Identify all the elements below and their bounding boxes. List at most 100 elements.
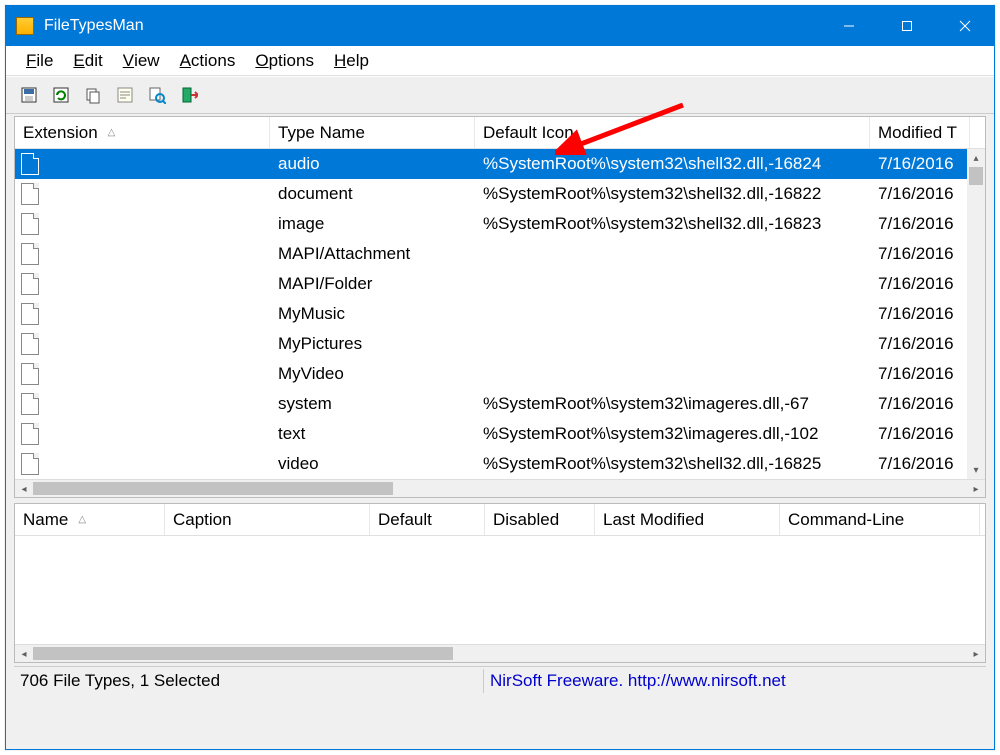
file-icon xyxy=(21,183,39,205)
cell-typename: MAPI/Attachment xyxy=(270,244,475,264)
scroll-left-icon[interactable]: ◂ xyxy=(15,480,33,498)
col-lastmodified[interactable]: Last Modified xyxy=(595,504,780,535)
exit-icon[interactable] xyxy=(176,82,202,108)
file-icon xyxy=(21,213,39,235)
cell-modified: 7/16/2016 xyxy=(870,274,970,294)
cell-defaulticon: %SystemRoot%\system32\imageres.dll,-67 xyxy=(475,394,870,414)
statusbar: 706 File Types, 1 Selected NirSoft Freew… xyxy=(14,666,986,694)
cell-modified: 7/16/2016 xyxy=(870,454,970,474)
menu-help[interactable]: Help xyxy=(324,48,379,74)
save-icon[interactable] xyxy=(16,82,42,108)
titlebar[interactable]: FileTypesMan xyxy=(6,6,994,46)
cell-typename: audio xyxy=(270,154,475,174)
scroll-right-icon[interactable]: ▸ xyxy=(967,480,985,498)
col-typename[interactable]: Type Name xyxy=(270,117,475,148)
col-default[interactable]: Default xyxy=(370,504,485,535)
file-icon xyxy=(21,393,39,415)
filetypes-rows[interactable]: audio%SystemRoot%\system32\shell32.dll,-… xyxy=(15,149,985,479)
scroll-thumb[interactable] xyxy=(969,167,983,185)
filetypes-columns: Extension△ Type Name Default Icon Modifi… xyxy=(15,117,985,149)
close-button[interactable] xyxy=(936,6,994,46)
col-commandline[interactable]: Command-Line xyxy=(780,504,980,535)
cell-modified: 7/16/2016 xyxy=(870,214,970,234)
horizontal-scrollbar[interactable]: ◂ ▸ xyxy=(15,479,985,497)
cell-defaulticon: %SystemRoot%\system32\shell32.dll,-16825 xyxy=(475,454,870,474)
file-icon xyxy=(21,363,39,385)
cell-typename: system xyxy=(270,394,475,414)
table-row[interactable]: MyVideo 7/16/2016 xyxy=(15,359,985,389)
cell-typename: image xyxy=(270,214,475,234)
table-row[interactable]: text%SystemRoot%\system32\imageres.dll,-… xyxy=(15,419,985,449)
col-caption[interactable]: Caption xyxy=(165,504,370,535)
table-row[interactable]: MyMusic7/16/2016 xyxy=(15,299,985,329)
menu-options[interactable]: Options xyxy=(245,48,324,74)
copy-icon[interactable] xyxy=(80,82,106,108)
hscroll-thumb[interactable] xyxy=(33,647,453,660)
refresh-icon[interactable] xyxy=(48,82,74,108)
window-title: FileTypesMan xyxy=(44,17,820,35)
col-extension[interactable]: Extension△ xyxy=(15,117,270,148)
cell-typename: video xyxy=(270,454,475,474)
cell-modified: 7/16/2016 xyxy=(870,364,970,384)
file-icon xyxy=(21,303,39,325)
menu-edit[interactable]: Edit xyxy=(63,48,112,74)
col-disabled[interactable]: Disabled xyxy=(485,504,595,535)
menu-view[interactable]: View xyxy=(113,48,170,74)
file-icon xyxy=(21,243,39,265)
table-row[interactable]: system%SystemRoot%\system32\imageres.dll… xyxy=(15,389,985,419)
col-defaulticon[interactable]: Default Icon xyxy=(475,117,870,148)
menubar: File Edit View Actions Options Help xyxy=(6,46,994,76)
status-count: 706 File Types, 1 Selected xyxy=(14,669,484,693)
cell-defaulticon: %SystemRoot%\system32\shell32.dll,-16824 xyxy=(475,154,870,174)
scroll-left-icon[interactable]: ◂ xyxy=(15,645,33,663)
table-row[interactable]: video%SystemRoot%\system32\shell32.dll,-… xyxy=(15,449,985,479)
scroll-up-icon[interactable]: ▴ xyxy=(967,149,985,167)
sort-asc-icon: △ xyxy=(108,127,116,138)
scroll-down-icon[interactable]: ▾ xyxy=(967,461,985,479)
cell-modified: 7/16/2016 xyxy=(870,424,970,444)
file-icon xyxy=(21,273,39,295)
file-icon xyxy=(21,453,39,475)
file-icon xyxy=(21,333,39,355)
filetypes-list: Extension△ Type Name Default Icon Modifi… xyxy=(14,116,986,498)
file-icon xyxy=(21,153,39,175)
cell-modified: 7/16/2016 xyxy=(870,184,970,204)
app-icon xyxy=(16,17,34,35)
actions-columns: Name△ Caption Default Disabled Last Modi… xyxy=(15,504,985,536)
sort-asc-icon: △ xyxy=(78,514,86,525)
scroll-right-icon[interactable]: ▸ xyxy=(967,645,985,663)
table-row[interactable]: audio%SystemRoot%\system32\shell32.dll,-… xyxy=(15,149,985,179)
table-row[interactable]: document%SystemRoot%\system32\shell32.dl… xyxy=(15,179,985,209)
vertical-scrollbar[interactable]: ▴ ▾ xyxy=(967,149,985,479)
cell-typename: MyPictures xyxy=(270,334,475,354)
menu-file[interactable]: File xyxy=(16,48,63,74)
cell-modified: 7/16/2016 xyxy=(870,304,970,324)
hscroll-thumb[interactable] xyxy=(33,482,393,495)
cell-typename: MAPI/Folder xyxy=(270,274,475,294)
find-icon[interactable] xyxy=(144,82,170,108)
horizontal-scrollbar[interactable]: ◂ ▸ xyxy=(15,644,985,662)
cell-defaulticon: %SystemRoot%\system32\shell32.dll,-16822 xyxy=(475,184,870,204)
cell-modified: 7/16/2016 xyxy=(870,394,970,414)
table-row[interactable]: image%SystemRoot%\system32\shell32.dll,-… xyxy=(15,209,985,239)
status-link[interactable]: NirSoft Freeware. http://www.nirsoft.net xyxy=(484,669,986,693)
cell-typename: document xyxy=(270,184,475,204)
cell-defaulticon: %SystemRoot%\system32\imageres.dll,-102 xyxy=(475,424,870,444)
table-row[interactable]: MAPI/Attachment7/16/2016 xyxy=(15,239,985,269)
minimize-button[interactable] xyxy=(820,6,878,46)
actions-list: Name△ Caption Default Disabled Last Modi… xyxy=(14,503,986,663)
col-name[interactable]: Name△ xyxy=(15,504,165,535)
table-row[interactable]: MyPictures 7/16/2016 xyxy=(15,329,985,359)
table-row[interactable]: MAPI/Folder 7/16/2016 xyxy=(15,269,985,299)
cell-modified: 7/16/2016 xyxy=(870,154,970,174)
cell-defaulticon: %SystemRoot%\system32\shell32.dll,-16823 xyxy=(475,214,870,234)
cell-typename: text xyxy=(270,424,475,444)
cell-modified: 7/16/2016 xyxy=(870,334,970,354)
actions-rows[interactable] xyxy=(15,536,985,644)
col-modified[interactable]: Modified T xyxy=(870,117,970,148)
properties-icon[interactable] xyxy=(112,82,138,108)
cell-typename: MyVideo xyxy=(270,364,475,384)
maximize-button[interactable] xyxy=(878,6,936,46)
app-window: FileTypesMan File Edit View Actions Opti… xyxy=(5,5,995,750)
menu-actions[interactable]: Actions xyxy=(170,48,246,74)
